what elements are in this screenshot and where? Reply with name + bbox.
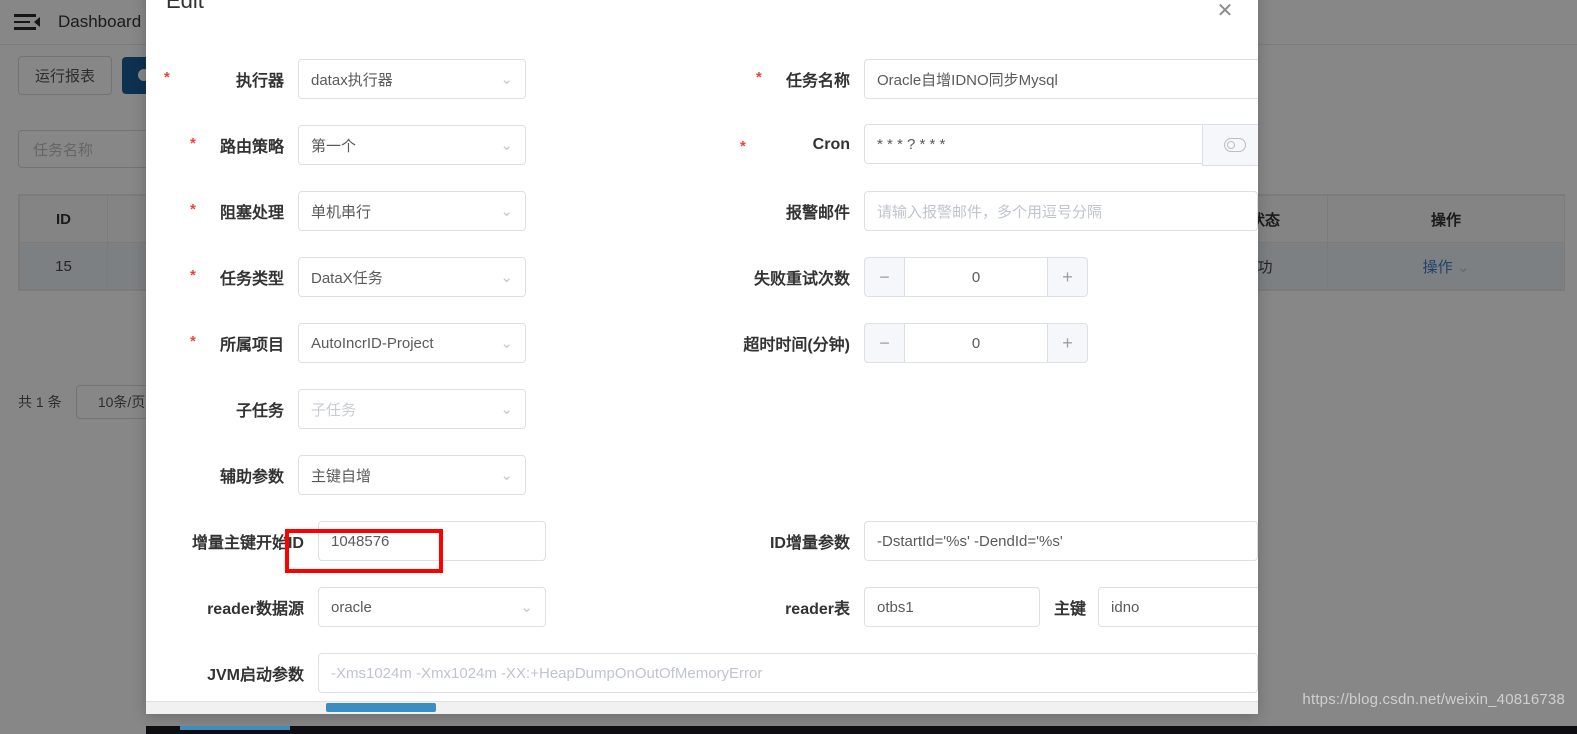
edit-task-modal: Edit ✕ 执行器 datax执行器 ⌄ 任务名称 Oracle自增 bbox=[146, 0, 1258, 714]
label-id-incr-param: ID增量参数 bbox=[769, 535, 850, 552]
incr-start-id-input[interactable]: 1048576 bbox=[318, 521, 546, 561]
label-sub-task: 子任务 bbox=[235, 403, 284, 420]
field-id-incr-param: ID增量参数 -DstartId='%s' -DendId='%s' bbox=[712, 508, 1258, 574]
timeout-value[interactable]: 0 bbox=[904, 323, 1048, 363]
field-reader-table: reader表 otbs1 主键 idno bbox=[712, 574, 1258, 640]
aux-param-value: 主键自增 bbox=[311, 467, 372, 485]
jvm-args-placeholder: -Xms1024m -Xmx1024m -XX:+HeapDumpOnOutOf… bbox=[331, 664, 763, 682]
bottom-chrome-strip bbox=[146, 726, 1577, 734]
retry-count-value[interactable]: 0 bbox=[904, 257, 1048, 297]
edit-form: 执行器 datax执行器 ⌄ 任务名称 Oracle自增IDNO同步Mysql bbox=[146, 46, 1258, 706]
chevron-down-icon: ⌄ bbox=[500, 202, 513, 220]
chevron-down-icon: ⌄ bbox=[500, 334, 513, 352]
label-timeout: 超时时间(分钟) bbox=[743, 337, 850, 354]
field-jvm-args: JVM启动参数 -Xms1024m -Xmx1024m -XX:+HeapDum… bbox=[146, 640, 1258, 706]
label-reader-datasource: reader数据源 bbox=[207, 601, 304, 618]
field-task-type: 任务类型 DataX任务 ⌄ bbox=[146, 244, 712, 310]
incr-start-id-value: 1048576 bbox=[331, 532, 390, 550]
minus-icon[interactable]: − bbox=[864, 323, 904, 363]
modal-horizontal-scrollbar[interactable] bbox=[146, 701, 1258, 714]
task-type-value: DataX任务 bbox=[311, 269, 383, 287]
label-jvm-args: JVM启动参数 bbox=[207, 667, 304, 684]
block-strategy-value: 单机串行 bbox=[311, 203, 372, 221]
field-timeout: 超时时间(分钟) − 0 + bbox=[712, 310, 1258, 376]
project-select[interactable]: AutoIncrID-Project ⌄ bbox=[298, 323, 526, 363]
label-route-strategy: 路由策略 bbox=[146, 133, 298, 157]
label-task-type: 任务类型 bbox=[146, 265, 298, 289]
chevron-down-icon: ⌄ bbox=[500, 70, 513, 88]
label-retry-count: 失败重试次数 bbox=[753, 271, 850, 288]
task-name-input[interactable]: Oracle自增IDNO同步Mysql bbox=[864, 59, 1258, 99]
reader-table-value: otbs1 bbox=[877, 598, 914, 616]
executor-select[interactable]: datax执行器 ⌄ bbox=[298, 59, 526, 99]
chevron-down-icon: ⌄ bbox=[500, 466, 513, 484]
cron-value: * * * ? * * * bbox=[877, 135, 946, 153]
jvm-args-input[interactable]: -Xms1024m -Xmx1024m -XX:+HeapDumpOnOutOf… bbox=[318, 653, 1258, 693]
task-type-select[interactable]: DataX任务 ⌄ bbox=[298, 257, 526, 297]
sub-task-placeholder: 子任务 bbox=[311, 401, 357, 419]
field-reader-datasource: reader数据源 oracle ⌄ bbox=[146, 574, 712, 640]
label-cron: Cron bbox=[712, 136, 864, 155]
executor-value: datax执行器 bbox=[311, 71, 393, 89]
plus-icon[interactable]: + bbox=[1048, 323, 1088, 363]
reader-datasource-value: oracle bbox=[331, 598, 372, 616]
reader-datasource-select[interactable]: oracle ⌄ bbox=[318, 587, 546, 627]
project-value: AutoIncrID-Project bbox=[311, 334, 434, 352]
task-name-value: Oracle自增IDNO同步Mysql bbox=[877, 71, 1058, 89]
aux-param-select[interactable]: 主键自增 ⌄ bbox=[298, 455, 526, 495]
field-block-strategy: 阻塞处理 单机串行 ⌄ bbox=[146, 178, 712, 244]
label-block-strategy: 阻塞处理 bbox=[146, 199, 298, 223]
modal-title: Edit bbox=[166, 0, 204, 13]
field-executor: 执行器 datax执行器 ⌄ bbox=[146, 46, 712, 112]
scrollbar-thumb[interactable] bbox=[326, 703, 436, 712]
bottom-scroll-tint bbox=[180, 726, 290, 730]
alarm-email-input[interactable]: 请输入报警邮件，多个用逗号分隔 bbox=[864, 191, 1258, 231]
sub-task-select[interactable]: 子任务 ⌄ bbox=[298, 389, 526, 429]
screen-root: Dashboard 运行报表 任务名称 ID 操作 15 操作 ⌄ 共 1 条 … bbox=[0, 0, 1577, 734]
reader-table-input[interactable]: otbs1 bbox=[864, 587, 1040, 627]
label-task-name: 任务名称 bbox=[712, 67, 864, 91]
id-incr-param-input[interactable]: -DstartId='%s' -DendId='%s' bbox=[864, 521, 1258, 561]
block-strategy-select[interactable]: 单机串行 ⌄ bbox=[298, 191, 526, 231]
field-incr-start-id: 增量主键开始ID 1048576 bbox=[146, 508, 712, 574]
label-alarm-email: 报警邮件 bbox=[785, 205, 850, 222]
chevron-down-icon: ⌄ bbox=[500, 136, 513, 154]
plus-icon[interactable]: + bbox=[1048, 257, 1088, 297]
primary-key-value: idno bbox=[1111, 598, 1140, 616]
field-route-strategy: 路由策略 第一个 ⌄ bbox=[146, 112, 712, 178]
modal-header: Edit ✕ bbox=[146, 0, 1258, 46]
timeout-stepper[interactable]: − 0 + bbox=[864, 323, 1088, 363]
chevron-down-icon: ⌄ bbox=[500, 268, 513, 286]
alarm-email-placeholder: 请输入报警邮件，多个用逗号分隔 bbox=[877, 203, 1103, 221]
primary-key-input[interactable]: idno bbox=[1098, 587, 1258, 627]
retry-count-stepper[interactable]: − 0 + bbox=[864, 257, 1088, 297]
label-project: 所属项目 bbox=[146, 331, 298, 355]
route-strategy-select[interactable]: 第一个 ⌄ bbox=[298, 125, 526, 165]
field-sub-task: 子任务 子任务 ⌄ bbox=[146, 376, 712, 442]
field-project: 所属项目 AutoIncrID-Project ⌄ bbox=[146, 310, 712, 376]
modal-body: 执行器 datax执行器 ⌄ 任务名称 Oracle自增IDNO同步Mysql bbox=[146, 46, 1258, 693]
field-alarm-email: 报警邮件 请输入报警邮件，多个用逗号分隔 bbox=[712, 178, 1258, 244]
eye-toggle-icon[interactable] bbox=[1202, 124, 1258, 166]
field-retry-count: 失败重试次数 − 0 + bbox=[712, 244, 1258, 310]
chevron-down-icon: ⌄ bbox=[520, 598, 533, 616]
label-incr-start-id: 增量主键开始ID bbox=[191, 535, 304, 552]
label-primary-key: 主键 bbox=[1054, 601, 1087, 618]
label-executor: 执行器 bbox=[146, 67, 298, 91]
route-strategy-value: 第一个 bbox=[311, 137, 357, 155]
field-aux-param: 辅助参数 主键自增 ⌄ bbox=[146, 442, 712, 508]
label-aux-param: 辅助参数 bbox=[219, 469, 284, 486]
minus-icon[interactable]: − bbox=[864, 257, 904, 297]
field-task-name: 任务名称 Oracle自增IDNO同步Mysql bbox=[712, 46, 1258, 112]
watermark-text: https://blog.csdn.net/weixin_40816738 bbox=[1302, 691, 1565, 708]
id-incr-param-value: -DstartId='%s' -DendId='%s' bbox=[877, 532, 1063, 550]
close-icon[interactable]: ✕ bbox=[1214, 0, 1236, 22]
field-cron: Cron * * * ? * * * bbox=[712, 112, 1258, 178]
cron-input[interactable]: * * * ? * * * bbox=[864, 124, 1202, 164]
spacer-row-1 bbox=[712, 376, 1258, 442]
chevron-down-icon: ⌄ bbox=[500, 400, 513, 418]
spacer-row-2 bbox=[712, 442, 1258, 508]
label-reader-table: reader表 bbox=[785, 601, 850, 618]
